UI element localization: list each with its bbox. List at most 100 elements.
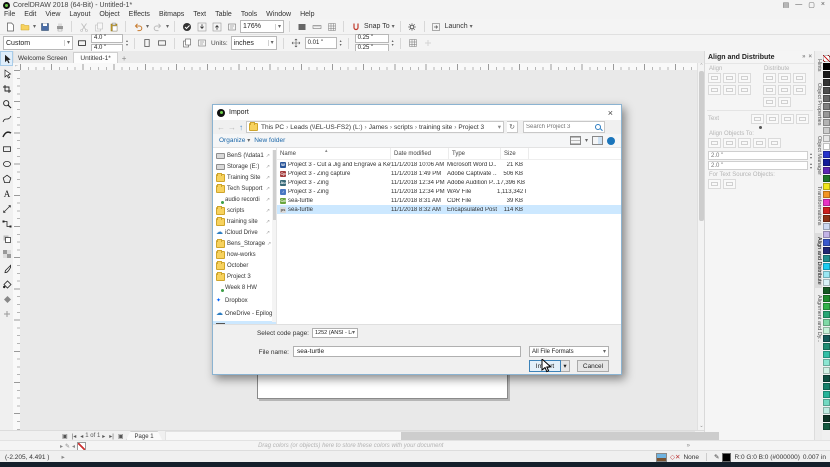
sidebar-item-dropbox[interactable]: ✦Dropbox xyxy=(213,295,276,306)
color-swatch[interactable] xyxy=(823,119,830,126)
color-swatch[interactable] xyxy=(823,111,830,118)
print-button[interactable] xyxy=(53,21,66,33)
column-name[interactable]: Name xyxy=(277,148,391,159)
duplicate-x-field[interactable]: 0.25 " xyxy=(355,34,389,43)
format-filter-dropdown[interactable]: All File Formats ▾ xyxy=(529,346,609,357)
paste-button[interactable] xyxy=(107,21,120,33)
change-view-icon[interactable] xyxy=(570,136,581,145)
preset-chevron-icon[interactable]: ▾ xyxy=(64,40,70,46)
docker-tab-transformations[interactable]: Transformations xyxy=(815,182,822,230)
doc-palette-more-icon[interactable]: » xyxy=(687,443,830,449)
snap-icon[interactable] xyxy=(349,21,362,33)
add-page-icon-2[interactable]: ▣ xyxy=(116,433,126,440)
pick-tool[interactable] xyxy=(0,51,13,66)
menu-tools[interactable]: Tools xyxy=(241,11,257,18)
all-pages-button[interactable] xyxy=(181,37,193,49)
menu-effects[interactable]: Effects xyxy=(129,11,150,18)
color-swatch[interactable] xyxy=(823,255,830,262)
publish-button[interactable] xyxy=(180,21,193,33)
smart-fill-tool[interactable] xyxy=(0,291,13,306)
sidebar-item-storage-e[interactable]: Storage (E:)↗ xyxy=(213,161,276,172)
organize-button[interactable]: Organize ▾ xyxy=(219,137,250,144)
preview-pane-icon[interactable] xyxy=(592,136,603,145)
color-swatch[interactable] xyxy=(823,215,830,222)
refresh-icon[interactable]: ↻ xyxy=(507,121,518,133)
doc-palette-prev-icon[interactable]: ◂ xyxy=(72,443,75,450)
portrait-button[interactable] xyxy=(141,37,153,49)
file-row-project-3-zing[interactable]: ♪Project 3 - Zing11/1/2018 12:34 PMWAV F… xyxy=(277,187,621,196)
sidebar-item-scripts[interactable]: scripts↗ xyxy=(213,205,276,216)
doc-palette-expand-icon[interactable]: ▸ xyxy=(60,443,63,450)
display-options-button[interactable] xyxy=(225,21,238,33)
color-swatch[interactable] xyxy=(823,79,830,86)
sidebar-scrollbar[interactable] xyxy=(272,150,276,322)
color-swatch[interactable] xyxy=(823,303,830,310)
breadcrumb-item[interactable]: Leads (\\EL-US-FS2) (L:) xyxy=(289,124,363,131)
color-swatch[interactable] xyxy=(823,351,830,358)
new-document-button[interactable] xyxy=(3,21,16,33)
statusbar-expand-icon[interactable]: ▸ xyxy=(61,453,64,461)
menu-bitmaps[interactable]: Bitmaps xyxy=(159,11,184,18)
nav-back-icon[interactable]: ← xyxy=(217,123,225,132)
units-chevron-icon[interactable]: ▾ xyxy=(268,40,274,46)
organize-chevron-icon[interactable]: ▾ xyxy=(247,138,250,144)
search-input[interactable] xyxy=(524,124,594,130)
sidebar-item-how-works[interactable]: how-works xyxy=(213,249,276,260)
view-chevron-icon[interactable]: ▾ xyxy=(585,138,588,144)
column-size[interactable]: Size xyxy=(501,148,529,159)
color-swatch[interactable] xyxy=(823,191,830,198)
zoom-chevron-icon[interactable]: ▾ xyxy=(275,24,281,30)
color-swatch[interactable] xyxy=(823,159,830,166)
menu-table[interactable]: Table xyxy=(215,11,232,18)
first-page-icon[interactable]: |◂ xyxy=(70,433,79,440)
add-tools-button[interactable] xyxy=(0,306,13,321)
launch-icon[interactable] xyxy=(430,21,443,33)
breadcrumb-item[interactable]: Project 3 xyxy=(457,124,485,131)
color-swatch[interactable] xyxy=(823,63,830,70)
menu-layout[interactable]: Layout xyxy=(69,11,90,18)
docker-tab-object-manager[interactable]: Object Manager xyxy=(815,132,822,179)
color-swatch[interactable] xyxy=(823,263,830,270)
tab-welcome-screen[interactable]: Welcome Screen xyxy=(12,53,73,63)
crop-tool[interactable] xyxy=(0,81,13,96)
docker-tab-object-properties[interactable]: Object Properties xyxy=(815,79,822,130)
color-swatch[interactable] xyxy=(823,135,830,142)
offset-y-stepper[interactable]: ▴▾ xyxy=(810,162,812,170)
color-swatch[interactable] xyxy=(823,311,830,318)
restore-button[interactable]: ▢ xyxy=(808,1,815,9)
breadcrumb-item[interactable]: scripts xyxy=(393,124,414,131)
sidebar-item-october[interactable]: October xyxy=(213,260,276,271)
docker-tab-align-and-distribute[interactable]: Align and Distribute xyxy=(815,233,822,289)
color-swatch[interactable] xyxy=(823,407,830,414)
color-swatch[interactable] xyxy=(823,423,830,430)
color-swatch[interactable] xyxy=(823,207,830,214)
address-bar[interactable]: This PC›Leads (\\EL-US-FS2) (L:)›James›s… xyxy=(246,121,504,133)
import-button[interactable] xyxy=(195,21,208,33)
color-swatch[interactable] xyxy=(823,239,830,246)
import-dialog-close-icon[interactable]: × xyxy=(604,108,617,118)
breadcrumb-item[interactable]: James xyxy=(368,124,389,131)
color-swatch[interactable] xyxy=(823,87,830,94)
format-chevron-icon[interactable]: ▾ xyxy=(603,349,606,355)
color-swatch[interactable] xyxy=(823,279,830,286)
connector-tool[interactable] xyxy=(0,216,13,231)
color-swatch[interactable] xyxy=(823,327,830,334)
menu-object[interactable]: Object xyxy=(99,11,119,18)
cancel-button[interactable]: Cancel xyxy=(577,360,609,372)
menu-help[interactable]: Help xyxy=(300,11,314,18)
proof-colors-icon[interactable] xyxy=(656,453,667,462)
dimension-tool[interactable] xyxy=(0,201,13,216)
file-name-input[interactable] xyxy=(293,346,521,357)
sidebar-item-bens-data1[interactable]: BenS (\\data1↗ xyxy=(213,150,276,161)
menu-window[interactable]: Window xyxy=(266,11,291,18)
transparency-tool[interactable] xyxy=(0,246,13,261)
text-tool[interactable]: A xyxy=(0,186,13,201)
color-swatch[interactable] xyxy=(823,167,830,174)
sidebar-item-icloud-drive[interactable]: ☁iCloud Drive↗ xyxy=(213,227,276,238)
undo-button[interactable] xyxy=(131,21,144,33)
page-width-field[interactable]: 4.0 " xyxy=(91,34,123,43)
sidebar-item-training-site[interactable]: training site↗ xyxy=(213,216,276,227)
export-button[interactable] xyxy=(210,21,223,33)
page-size-stepper[interactable]: ▴▾ xyxy=(126,39,128,47)
file-row-project-3-cut-a-jig-and-engrav[interactable]: WProject 3 - Cut a Jig and Engrave a Key… xyxy=(277,160,621,169)
